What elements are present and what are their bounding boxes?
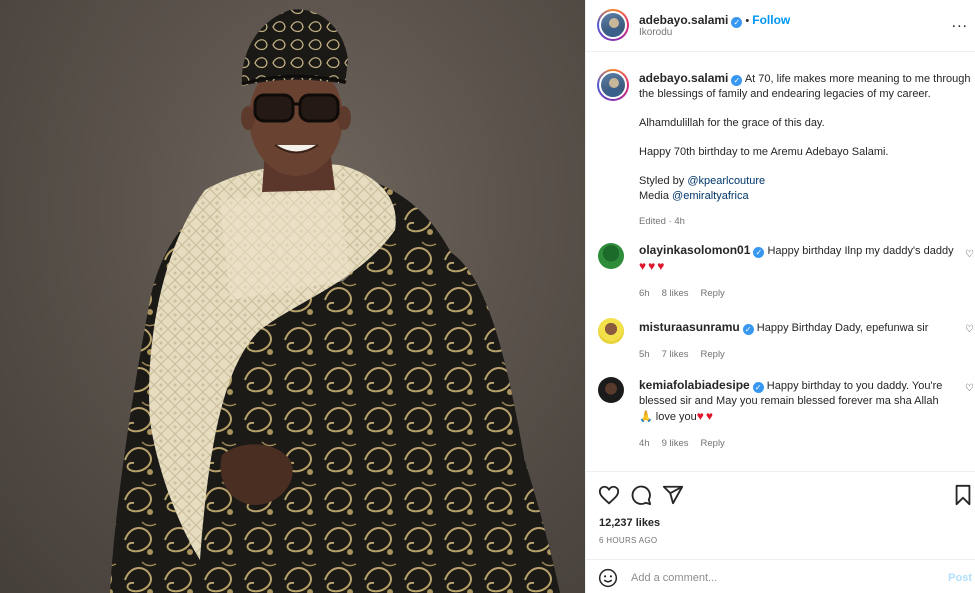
- caption-line-3: Happy 70th birthday to me Aremu Adebayo …: [639, 146, 889, 158]
- caption-username[interactable]: adebayo.salami: [639, 71, 728, 85]
- comment-meta: 5h 7 likes Reply: [639, 347, 959, 362]
- commenter-avatar[interactable]: [598, 318, 624, 344]
- mention-kpearlcouture[interactable]: @kpearlcouture: [687, 175, 765, 187]
- comment-time: 5h: [639, 349, 650, 360]
- more-options-icon[interactable]: ...: [952, 14, 968, 32]
- post-location[interactable]: Ikorodu: [639, 27, 672, 38]
- verified-icon: ✓: [752, 382, 764, 393]
- heart-emojis: ♥♥♥: [639, 259, 667, 273]
- media-label: Media: [639, 190, 673, 202]
- comment-body: kemiafolabiadesipe ✓ Happy birthday to yo…: [639, 378, 959, 451]
- author-avatar[interactable]: [597, 9, 629, 41]
- reply-button[interactable]: Reply: [701, 288, 725, 299]
- comment-body: misturaasunramu ✓ Happy Birthday Dady, ep…: [639, 320, 959, 362]
- caption-edited-time: Edited · 4h: [639, 216, 685, 227]
- post-side-panel: adebayo.salami ✓ • Follow Ikorodu ... adeba…: [585, 0, 975, 593]
- emoji-icon[interactable]: [598, 568, 618, 588]
- commenter-avatar[interactable]: [598, 377, 624, 403]
- like-comment-heart-icon[interactable]: ♡: [965, 324, 974, 335]
- comment-username[interactable]: misturaasunramu: [639, 320, 740, 334]
- add-comment-input[interactable]: Add a comment...: [631, 572, 717, 584]
- caption-media: Media @emiraltyafrica: [639, 189, 974, 204]
- author-username[interactable]: adebayo.salami: [639, 13, 728, 27]
- comment-icon[interactable]: [630, 484, 652, 506]
- pray-emoji: 🙏: [639, 411, 653, 423]
- comment-text: Happy birthday Ilnp my daddy's daddy: [767, 245, 954, 257]
- follow-button[interactable]: Follow: [752, 13, 790, 27]
- comment-likes[interactable]: 7 likes: [662, 349, 689, 360]
- comment-text: Happy Birthday Dady, epefunwa sir: [756, 322, 929, 334]
- comment-item: kemiafolabiadesipe ✓ Happy birthday to yo…: [598, 377, 974, 457]
- comment-username[interactable]: olayinkasolomon01: [639, 243, 750, 257]
- share-icon[interactable]: [662, 484, 684, 506]
- reply-button[interactable]: Reply: [701, 349, 725, 360]
- post-comment-button[interactable]: Post: [948, 572, 972, 584]
- separator-dot: •: [745, 15, 750, 27]
- comment-username[interactable]: kemiafolabiadesipe: [639, 378, 750, 392]
- comment-item: misturaasunramu ✓ Happy Birthday Dady, ep…: [598, 318, 974, 368]
- verified-icon: ✓: [742, 324, 754, 335]
- commenter-avatar[interactable]: [598, 243, 624, 269]
- caption-styled-by: Styled by @kpearlcouture: [639, 174, 974, 189]
- bookmark-icon[interactable]: [952, 484, 974, 506]
- comment-item: olayinkasolomon01 ✓ Happy birthday Ilnp m…: [598, 243, 974, 303]
- comment-body: olayinkasolomon01 ✓ Happy birthday Ilnp m…: [639, 243, 959, 301]
- verified-icon: ✓: [731, 17, 743, 28]
- likes-count[interactable]: 12,237 likes: [599, 517, 660, 529]
- comment-likes[interactable]: 8 likes: [662, 288, 689, 299]
- styled-by-label: Styled by: [639, 175, 688, 187]
- comment-likes[interactable]: 9 likes: [662, 438, 689, 449]
- action-bar: 12,237 likes 6 HOURS AGO: [586, 471, 975, 559]
- comment-meta: 6h 8 likes Reply: [639, 286, 959, 301]
- like-heart-icon[interactable]: [598, 484, 620, 506]
- like-comment-heart-icon[interactable]: ♡: [965, 383, 974, 394]
- add-comment-bar: Add a comment... Post: [586, 559, 975, 593]
- verified-icon: ✓: [731, 75, 743, 86]
- post-header: adebayo.salami ✓ • Follow Ikorodu ...: [586, 0, 975, 52]
- post-timestamp: 6 HOURS AGO: [599, 536, 658, 545]
- reply-button[interactable]: Reply: [701, 438, 725, 449]
- comment-meta: 4h 9 likes Reply: [639, 436, 959, 451]
- caption-line-2: Alhamdulillah for the grace of this day.: [639, 117, 825, 129]
- mention-emiraltyafrica[interactable]: @emiraltyafrica: [672, 190, 749, 202]
- caption-avatar[interactable]: [597, 69, 629, 101]
- comment-text-continued: love you: [655, 411, 697, 423]
- comment-time: 4h: [639, 438, 650, 449]
- comment-time: 6h: [639, 288, 650, 299]
- verified-icon: ✓: [753, 247, 765, 258]
- portrait-illustration: [110, 9, 560, 593]
- heart-emojis: ♥♥: [696, 409, 715, 423]
- like-comment-heart-icon[interactable]: ♡: [965, 249, 974, 260]
- post-photo[interactable]: [0, 0, 585, 593]
- comments-scroll-area[interactable]: adebayo.salami ✓ At 70, life makes more m…: [586, 53, 975, 471]
- caption: adebayo.salami ✓ At 70, life makes more m…: [639, 71, 974, 229]
